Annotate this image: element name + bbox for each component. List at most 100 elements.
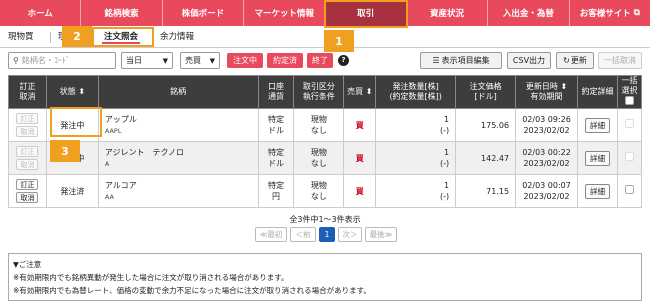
pager: ≪最初 ＜前 1 次＞ 最後≫ bbox=[255, 227, 397, 242]
cancel-button[interactable]: 取消 bbox=[16, 192, 39, 203]
status-cell: 発注済 bbox=[45, 174, 99, 208]
divider bbox=[50, 32, 51, 43]
detail-button[interactable]: 詳細 bbox=[584, 117, 610, 133]
nav-deposit[interactable]: 入出金・為替 bbox=[488, 0, 570, 26]
price-cell: 71.15 bbox=[455, 174, 517, 208]
edit-button[interactable]: 訂正 bbox=[16, 179, 39, 190]
side-value: 売買 bbox=[185, 56, 201, 65]
col-status[interactable]: 状態 ⬍ bbox=[45, 75, 99, 109]
tab-cash-buy[interactable]: 現物買 bbox=[8, 30, 34, 44]
col-qty: 発注数量[株] (約定数量[株]) bbox=[375, 75, 457, 109]
filter-executed[interactable]: 約定済 bbox=[267, 53, 303, 68]
name-cell[interactable]: アジレント テクノロ A bbox=[97, 141, 259, 175]
nav-market-info[interactable]: マーケット情報 bbox=[244, 0, 326, 26]
edit-button[interactable]: 訂正 bbox=[16, 113, 39, 124]
detail-button[interactable]: 詳細 bbox=[584, 183, 610, 199]
col-detail: 約定詳細 bbox=[577, 75, 618, 109]
select-cell bbox=[616, 174, 643, 208]
nav-assets[interactable]: 資産状況 bbox=[407, 0, 489, 26]
side-cell: 買 bbox=[343, 108, 377, 142]
qty-cell: 1 (-) bbox=[375, 141, 457, 175]
name-cell[interactable]: アルコア AA bbox=[97, 174, 259, 208]
side-cell: 買 bbox=[343, 141, 377, 175]
tab-margin-info[interactable]: 余力情報 bbox=[160, 30, 194, 44]
date-cell: 02/03 09:26 2023/02/02 bbox=[515, 108, 578, 142]
pager-last[interactable]: 最後≫ bbox=[365, 227, 397, 242]
account-cell: 特定円 bbox=[257, 174, 295, 208]
detail-cell: 詳細 bbox=[577, 108, 618, 142]
price-cell: 142.47 bbox=[455, 141, 517, 175]
cancel-button[interactable]: 取消 bbox=[16, 159, 39, 170]
row-actions: 訂正 取消 bbox=[8, 108, 47, 142]
sort-icon: ⬍ bbox=[560, 82, 568, 91]
detail-cell: 詳細 bbox=[577, 141, 618, 175]
nav-customer-site[interactable]: お客様サイト ⧉ bbox=[570, 0, 650, 26]
detail-button[interactable]: 詳細 bbox=[584, 150, 610, 166]
callout-2-frame bbox=[92, 27, 154, 47]
bulk-cancel-button[interactable]: 一括取消 bbox=[598, 52, 642, 69]
edit-button[interactable]: 訂正 bbox=[16, 146, 39, 157]
cancel-button[interactable]: 取消 bbox=[16, 126, 39, 137]
row-checkbox[interactable] bbox=[624, 152, 634, 161]
sort-icon: ⬍ bbox=[365, 87, 373, 96]
col-type: 取引区分 執行条件 bbox=[293, 75, 345, 109]
account-cell: 特定 ドル bbox=[257, 108, 295, 142]
callout-3-frame bbox=[50, 107, 102, 137]
notice-line: ※有効期限内でも銘柄異動が発生した場合に注文が取り消される場合があります。 bbox=[13, 273, 289, 282]
table-row: 訂正 取消 発注中 アップル AAPL 特定 ドル 現物 なし 買 1 (-) 175.0… bbox=[8, 108, 643, 142]
col-date[interactable]: 更新日時 ⬍ 有効期間 bbox=[515, 75, 578, 109]
filter-pending[interactable]: 注文中 bbox=[227, 53, 263, 68]
col-price: 注文価格 [ドル] bbox=[455, 75, 517, 109]
col-side[interactable]: 売買 ⬍ bbox=[343, 75, 377, 109]
side-cell: 買 bbox=[343, 174, 377, 208]
select-cell bbox=[616, 108, 643, 142]
col-cancel: 訂正 取消 bbox=[8, 75, 47, 109]
csv-export-button[interactable]: CSV出力 bbox=[507, 52, 551, 69]
row-checkbox[interactable] bbox=[624, 119, 634, 128]
refresh-label: 更新 bbox=[570, 56, 587, 65]
table-row: 訂正取消 発注中 アジレント テクノロA 特定ドル 現物なし 買 1(-) 14… bbox=[8, 141, 643, 175]
pager-next[interactable]: 次＞ bbox=[338, 227, 362, 242]
row-checkbox[interactable] bbox=[624, 185, 634, 194]
name-cell[interactable]: アップル AAPL bbox=[97, 108, 259, 142]
refresh-button[interactable]: ↻ 更新 bbox=[556, 52, 594, 69]
nav-stock-search[interactable]: 銘柄検索 bbox=[81, 0, 163, 26]
select-cell bbox=[616, 141, 643, 175]
nav-stock-board[interactable]: 株価ボード bbox=[163, 0, 245, 26]
sort-icon: ⬍ bbox=[78, 87, 86, 96]
pager-info: 全3件中1～3件表示 bbox=[289, 215, 361, 224]
display-settings-label: 表示項目編集 bbox=[441, 56, 490, 65]
dropdown-icon: ▼ bbox=[162, 56, 168, 65]
help-icon[interactable]: ? bbox=[338, 55, 349, 66]
notice-title: ▼ご注意 bbox=[13, 260, 42, 269]
display-settings-button[interactable]: ☰ 表示項目編集 bbox=[420, 52, 502, 69]
pager-current[interactable]: 1 bbox=[319, 227, 335, 242]
external-link-icon: ⧉ bbox=[633, 8, 640, 18]
search-input[interactable]: ⚲ 銘柄名・ｺｰﾄﾞ bbox=[8, 52, 116, 69]
date-cell: 02/03 00:07 2023/02/02 bbox=[515, 174, 578, 208]
nav-home[interactable]: ホーム bbox=[0, 0, 82, 26]
notice-box: ▼ご注意 ※有効期限内でも銘柄異動が発生した場合に注文が取り消される場合がありま… bbox=[8, 253, 642, 301]
dropdown-icon: ▼ bbox=[209, 56, 215, 65]
pager-first[interactable]: ≪最初 bbox=[255, 227, 287, 242]
price-cell: 175.06 bbox=[455, 108, 517, 142]
table-row: 訂正 取消 発注済 アルコア AA 特定円 現物 なし 買 1 (-) 71.15 02… bbox=[8, 174, 643, 208]
period-value: 当日 bbox=[126, 56, 142, 65]
select-all-checkbox[interactable] bbox=[624, 96, 634, 105]
row-actions: 訂正 取消 bbox=[8, 141, 47, 175]
search-placeholder: 銘柄名・ｺｰﾄﾞ bbox=[21, 56, 70, 65]
qty-cell: 1 (-) bbox=[375, 108, 457, 142]
table-header: 訂正 取消 状態 ⬍ 銘柄 口座 通貨 取引区分 執行条件 売買 ⬍ 発注数量[株](… bbox=[8, 75, 643, 109]
type-cell: 現物 なし bbox=[293, 141, 345, 175]
nav-customer-site-label: お客様サイト bbox=[579, 9, 631, 19]
toolbar: ⚲ 銘柄名・ｺｰﾄﾞ 当日 ▼ 売買 ▼ 注文中 約定済 終了 ? ☰ 表示項目… bbox=[0, 52, 650, 72]
account-cell: 特定 ドル bbox=[257, 141, 295, 175]
orders-table: 訂正 取消 状態 ⬍ 銘柄 口座 通貨 取引区分 執行条件 売買 ⬍ 発注数量[株](… bbox=[8, 75, 643, 208]
pager-prev[interactable]: ＜前 bbox=[290, 227, 316, 242]
side-select[interactable]: 売買 ▼ bbox=[180, 52, 220, 69]
row-actions: 訂正 取消 bbox=[8, 174, 47, 208]
refresh-icon: ↻ bbox=[563, 56, 570, 65]
callout-2-badge: 2 bbox=[62, 26, 92, 47]
period-select[interactable]: 当日 ▼ bbox=[121, 52, 173, 69]
filter-ended[interactable]: 終了 bbox=[307, 53, 333, 68]
